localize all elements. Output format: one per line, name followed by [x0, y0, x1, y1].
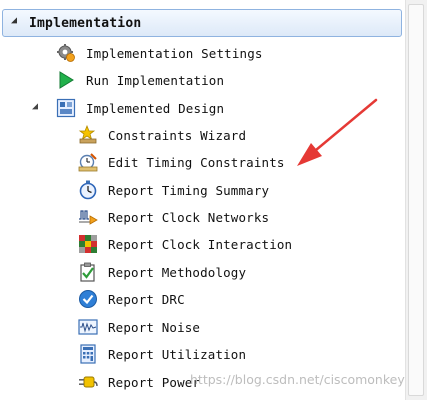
tree-item-implemented-design[interactable]: ◢ Implemented Design — [32, 96, 225, 120]
noise-icon — [78, 317, 98, 337]
implementation-section-header[interactable]: ◢ Implementation — [2, 9, 402, 37]
clock-interaction-icon — [78, 234, 98, 254]
design-icon — [56, 98, 76, 118]
section-title: Implementation — [29, 16, 142, 31]
clipboard-check-icon — [78, 262, 98, 282]
tree-item-label: Implemented Design — [86, 100, 225, 116]
tree-item-label: Report Clock Interaction — [108, 236, 293, 252]
tree-item-report-timing-summary[interactable]: Report Timing Summary — [78, 178, 269, 202]
scrollbar-thumb[interactable] — [408, 4, 424, 396]
timing-edit-icon — [78, 152, 98, 172]
tree-item-label: Implementation Settings — [86, 45, 263, 61]
gear-icon — [56, 43, 76, 63]
utilization-icon — [78, 344, 98, 364]
tree-item-report-drc[interactable]: Report DRC — [78, 287, 185, 311]
tree-item-label: Report Timing Summary — [108, 182, 270, 198]
tree-item-report-utilization[interactable]: Report Utilization — [78, 342, 246, 366]
play-icon — [56, 70, 76, 90]
stopwatch-icon — [78, 180, 98, 200]
tree-item-label: Report DRC — [108, 291, 185, 307]
tree-item-edit-timing-constraints[interactable]: Edit Timing Constraints — [78, 150, 285, 174]
tree-item-report-clock-networks[interactable]: Report Clock Networks — [78, 205, 269, 229]
tree-item-run-implementation[interactable]: Run Implementation — [56, 68, 224, 92]
power-plug-icon — [78, 372, 98, 392]
tree-item-label: Report Utilization — [108, 346, 247, 362]
tree-item-implementation-settings[interactable]: Implementation Settings — [56, 41, 263, 65]
clock-network-icon — [78, 207, 98, 227]
tree-item-constraints-wizard[interactable]: Constraints Wizard — [78, 123, 246, 147]
tree-item-label: Report Noise — [108, 319, 201, 335]
tree-item-label: Report Methodology — [108, 264, 247, 280]
check-circle-icon — [78, 289, 98, 309]
tree-item-report-methodology[interactable]: Report Methodology — [78, 260, 246, 284]
tree-item-label: Report Clock Networks — [108, 209, 270, 225]
watermark: https://blog.csdn.net/ciscomonkey — [190, 372, 405, 387]
tree-item-report-clock-interaction[interactable]: Report Clock Interaction — [78, 232, 292, 256]
tree-item-label: Run Implementation — [86, 72, 225, 88]
collapse-triangle-icon[interactable]: ◢ — [32, 101, 44, 112]
wizard-icon — [78, 124, 98, 145]
flow-navigator-panel: ◢ Implementation Implementation Settings… — [0, 0, 405, 400]
tree-item-report-power[interactable]: Report Power — [78, 370, 200, 394]
tree-item-label: Report Power — [108, 374, 201, 390]
collapse-triangle-icon[interactable]: ◢ — [11, 15, 17, 26]
tree-item-label: Edit Timing Constraints — [108, 154, 285, 170]
tree-item-report-noise[interactable]: Report Noise — [78, 315, 200, 339]
tree-item-label: Constraints Wizard — [108, 127, 247, 143]
